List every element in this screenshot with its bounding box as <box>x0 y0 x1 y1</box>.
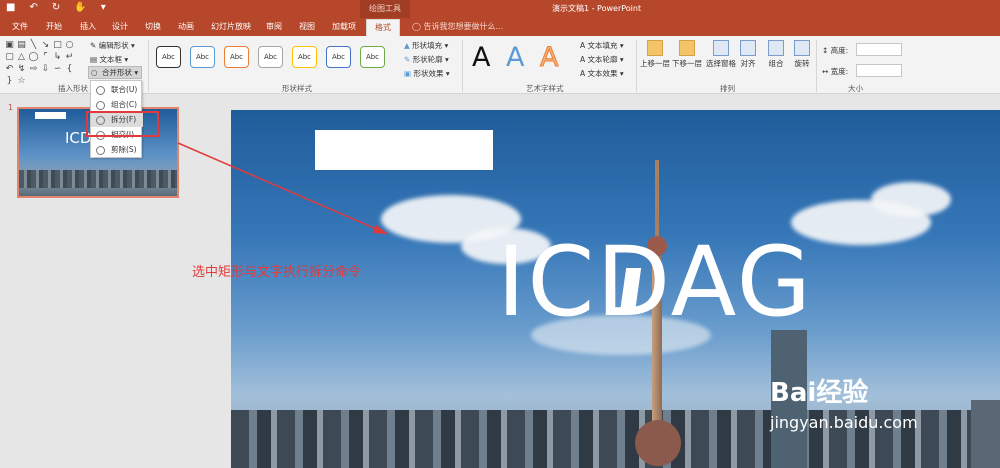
baidu-logo: Bai经验 <box>770 378 869 408</box>
baidu-url: jingyan.baidu.com <box>770 413 918 432</box>
annotation-text: 选中矩形与文字执行拆分命令 <box>192 265 362 280</box>
baidu-watermark: Bai经验 jingyan.baidu.com <box>770 372 918 432</box>
